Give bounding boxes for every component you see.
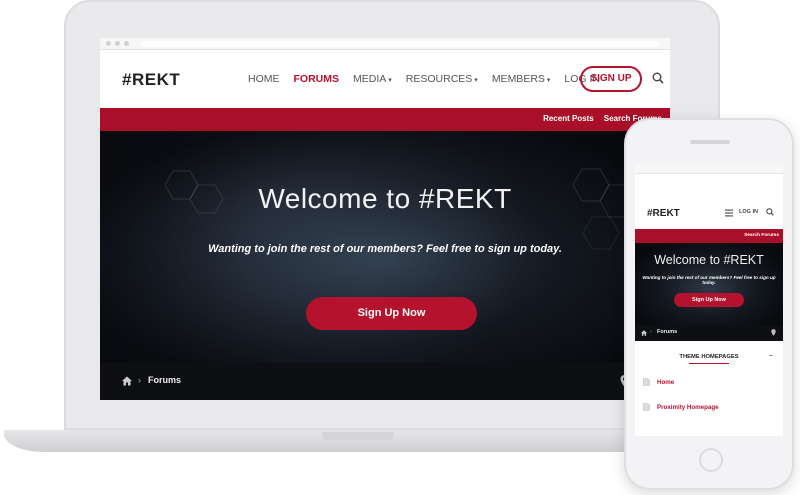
phone-header: #REKT LOG IN	[635, 174, 783, 229]
phone-home-button	[699, 448, 723, 472]
list-item[interactable]: Home	[643, 378, 674, 386]
list-item-label[interactable]: Proximity Homepage	[657, 404, 719, 411]
sign-up-button[interactable]: SIGN UP	[580, 66, 642, 92]
phone-speaker	[690, 140, 730, 144]
menu-icon[interactable]	[725, 209, 733, 217]
address-bar[interactable]	[140, 41, 660, 47]
minus-icon[interactable]: –	[769, 352, 773, 359]
site-logo[interactable]: #REKT	[122, 70, 180, 90]
laptop-notch	[322, 432, 394, 440]
breadcrumb-forums[interactable]: Forums	[148, 375, 181, 385]
home-icon[interactable]	[641, 330, 647, 336]
hero-subtitle: Wanting to join the rest of our members?…	[208, 243, 562, 255]
sign-up-now-button[interactable]: Sign Up Now	[306, 297, 477, 330]
widget-title: THEME HOMEPAGES	[679, 354, 739, 360]
document-icon	[643, 378, 650, 386]
home-icon[interactable]	[122, 376, 132, 386]
phone-sub-nav-bar: Search Forums	[635, 229, 783, 243]
sub-nav-bar: Recent Posts Search Forums	[100, 108, 670, 131]
recent-posts-link[interactable]: Recent Posts	[543, 114, 594, 123]
hero-banner: Welcome to #REKT Wanting to join the res…	[100, 131, 670, 363]
search-icon[interactable]	[766, 208, 774, 216]
phone-breadcrumb-forums[interactable]: Forums	[657, 329, 677, 335]
hero-title: Welcome to #REKT	[258, 183, 512, 214]
phone-browser-toolbar	[635, 164, 783, 174]
browser-toolbar	[100, 38, 670, 50]
phone-login-link[interactable]: LOG IN	[739, 209, 758, 215]
list-item[interactable]: Proximity Homepage	[643, 403, 719, 411]
breadcrumb-separator: ›	[138, 375, 141, 385]
phone-breadcrumb: › Forums	[635, 325, 783, 341]
search-icon[interactable]	[652, 72, 664, 84]
chevron-down-icon: ▾	[474, 77, 478, 84]
nav-members[interactable]: MEMBERS ▾	[492, 73, 551, 85]
nav-resources[interactable]: RESOURCES ▾	[406, 73, 478, 85]
nav-forums[interactable]: FORUMS	[294, 73, 340, 85]
phone-hero-banner: Welcome to #REKT Wanting to join the res…	[635, 243, 783, 325]
window-controls	[106, 41, 129, 46]
list-item-label[interactable]: Home	[657, 379, 674, 386]
chevron-down-icon: ▾	[546, 77, 551, 84]
phone-screen: #REKT LOG IN Search Forums Welcome to #R…	[635, 174, 783, 436]
nav-media[interactable]: MEDIA ▾	[353, 73, 392, 85]
document-icon	[643, 403, 650, 411]
widget-title-underline	[689, 363, 729, 364]
phone-site-logo[interactable]: #REKT	[647, 208, 680, 219]
laptop-screen: #REKT HOME FORUMS MEDIA ▾ RESOURCES ▾ MEMB…	[100, 50, 670, 400]
phone-frame: #REKT LOG IN Search Forums Welcome to #R…	[624, 118, 794, 490]
phone-hero-subtitle: Wanting to join the rest of our members?…	[642, 275, 776, 285]
main-nav: HOME FORUMS MEDIA ▾ RESOURCES ▾ MEMBERS ▾ L…	[248, 73, 600, 85]
breadcrumb: › Forums	[100, 363, 670, 400]
phone-search-forums-link[interactable]: Search Forums	[744, 233, 779, 238]
phone-sign-up-now-button[interactable]: Sign Up Now	[674, 293, 744, 307]
map-pin-icon	[771, 329, 776, 336]
nav-home[interactable]: HOME	[248, 73, 280, 85]
phone-hero-title: Welcome to #REKT	[654, 253, 764, 267]
site-header: #REKT HOME FORUMS MEDIA ▾ RESOURCES ▾ MEMB…	[100, 50, 670, 108]
breadcrumb-separator: ›	[650, 329, 652, 335]
chevron-down-icon: ▾	[388, 77, 392, 84]
